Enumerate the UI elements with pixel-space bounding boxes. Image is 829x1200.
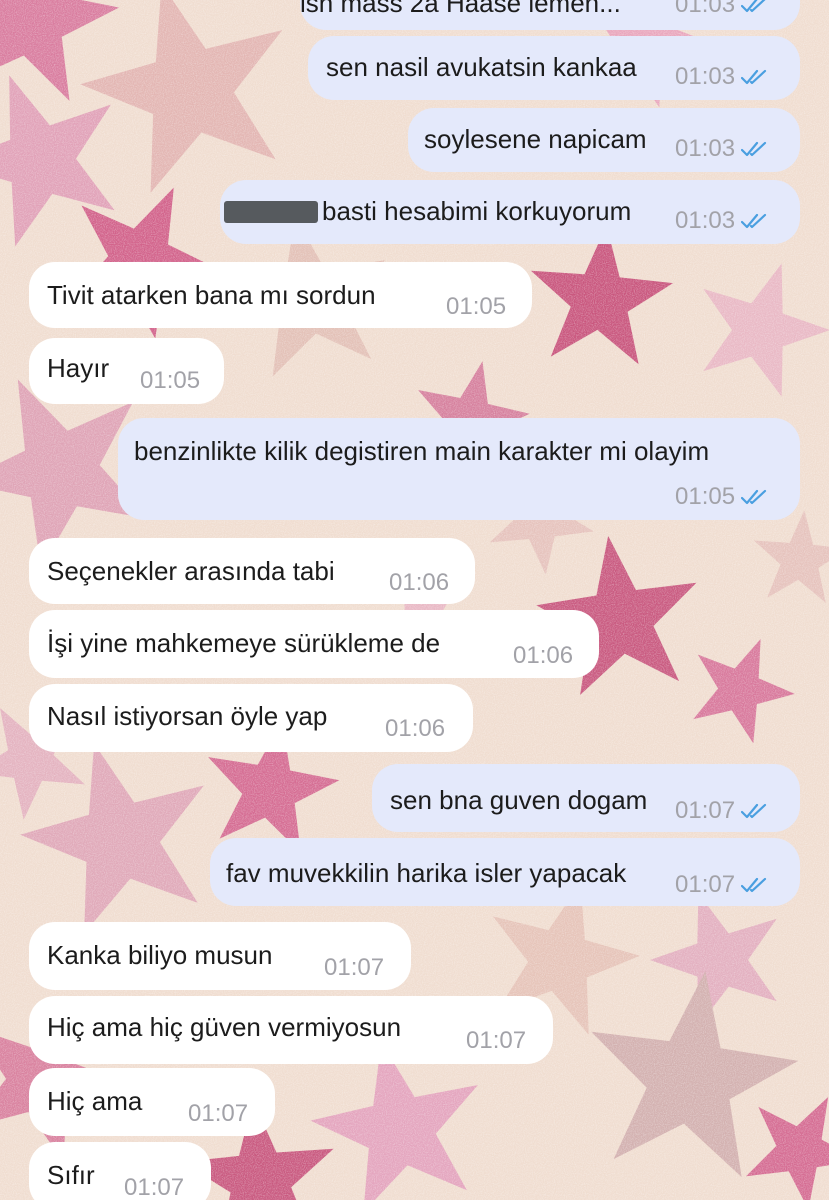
- read-receipt-icon: [741, 877, 767, 893]
- message-meta: 01:03: [675, 0, 771, 20]
- incoming-message-bubble[interactable]: Hiç ama 01:07: [29, 1068, 275, 1136]
- message-meta: 01:03: [675, 206, 771, 236]
- message-text: ish mass 2a Haase lemen...: [300, 0, 621, 18]
- message-timestamp: 01:07: [324, 954, 385, 981]
- message-text: sen nasil avukatsin kankaa: [326, 52, 637, 82]
- incoming-message-bubble[interactable]: Sıfır 01:07: [29, 1142, 211, 1200]
- message-text: Seçenekler arasında tabi: [47, 556, 335, 586]
- message-text: Kanka biliyo musun: [47, 940, 273, 970]
- message-meta: 01:06: [389, 568, 449, 598]
- message-timestamp: 01:05: [140, 367, 201, 394]
- incoming-message-bubble[interactable]: Tivit atarken bana mı sordun 01:05: [29, 262, 532, 328]
- message-timestamp: 01:03: [675, 0, 736, 18]
- outgoing-message-bubble[interactable]: benzinlikte kilik degistiren main karakt…: [118, 418, 800, 520]
- message-text: Hiç ama hiç güven vermiyosun: [47, 1012, 402, 1042]
- message-timestamp: 01:06: [389, 569, 450, 596]
- outgoing-message-bubble[interactable]: ish mass 2a Haase lemen... 01:03: [300, 0, 800, 30]
- message-meta: 01:05: [446, 292, 506, 322]
- incoming-message-bubble[interactable]: Seçenekler arasında tabi 01:06: [29, 538, 475, 604]
- message-text: soylesene napicam: [424, 124, 647, 154]
- message-timestamp: 01:06: [385, 715, 446, 742]
- message-meta: 01:05: [140, 366, 200, 396]
- message-meta: 01:07: [675, 796, 771, 826]
- message-timestamp: 01:07: [675, 797, 736, 824]
- message-text: Sıfır: [47, 1160, 95, 1190]
- read-receipt-icon: [741, 803, 767, 819]
- message-meta: 01:05: [675, 482, 771, 512]
- incoming-message-bubble[interactable]: İşi yine mahkemeye sürükleme de 01:06: [29, 610, 599, 678]
- incoming-message-bubble[interactable]: Hayır 01:05: [29, 338, 224, 404]
- read-receipt-icon: [741, 141, 767, 157]
- outgoing-message-bubble[interactable]: sen nasil avukatsin kankaa 01:03: [308, 36, 800, 100]
- incoming-message-bubble[interactable]: Kanka biliyo musun 01:07: [29, 922, 411, 990]
- message-timestamp: 01:07: [188, 1100, 249, 1127]
- message-text: benzinlikte kilik degistiren main karakt…: [134, 436, 710, 466]
- outgoing-message-bubble[interactable]: sen bna guven dogam 01:07: [372, 764, 800, 832]
- message-meta: 01:07: [124, 1173, 184, 1200]
- message-list[interactable]: ish mass 2a Haase lemen... 01:03 sen nasil…: [0, 0, 829, 1200]
- message-text: basti hesabimi korkuyorum: [322, 196, 632, 226]
- message-timestamp: 01:05: [675, 483, 736, 510]
- message-meta: 01:03: [675, 62, 771, 92]
- message-text: sen bna guven dogam: [390, 785, 648, 815]
- outgoing-message-bubble[interactable]: soylesene napicam 01:03: [408, 108, 800, 172]
- message-text: Nasıl istiyorsan öyle yap: [47, 701, 328, 731]
- read-receipt-icon: [741, 489, 767, 505]
- message-timestamp: 01:05: [446, 293, 507, 320]
- message-text: Hayır: [47, 353, 110, 383]
- message-timestamp: 01:03: [675, 63, 736, 90]
- message-meta: 01:07: [675, 870, 771, 900]
- read-receipt-icon: [741, 69, 767, 85]
- message-timestamp: 01:03: [675, 135, 736, 162]
- incoming-message-bubble[interactable]: Nasıl istiyorsan öyle yap 01:06: [29, 684, 473, 752]
- message-timestamp: 01:06: [513, 642, 574, 669]
- message-text: fav muvekkilin harika isler yapacak: [226, 858, 627, 888]
- message-meta: 01:06: [513, 641, 573, 671]
- message-meta: 01:07: [324, 953, 384, 983]
- message-timestamp: 01:07: [466, 1027, 527, 1054]
- outgoing-message-bubble[interactable]: basti hesabimi korkuyorum 01:03: [220, 180, 800, 244]
- message-meta: 01:06: [385, 714, 445, 744]
- message-timestamp: 01:07: [124, 1174, 185, 1200]
- message-text: Hiç ama: [47, 1086, 143, 1116]
- outgoing-message-bubble[interactable]: fav muvekkilin harika isler yapacak 01:07: [210, 838, 800, 906]
- message-meta: 01:07: [188, 1099, 248, 1129]
- message-text: İşi yine mahkemeye sürükleme de: [47, 628, 441, 658]
- redacted-name-block: [224, 201, 318, 223]
- message-timestamp: 01:03: [675, 207, 736, 234]
- incoming-message-bubble[interactable]: Hiç ama hiç güven vermiyosun 01:07: [29, 996, 553, 1064]
- message-meta: 01:07: [466, 1026, 526, 1056]
- read-receipt-icon: [741, 0, 766, 13]
- read-receipt-icon: [741, 213, 767, 229]
- message-timestamp: 01:07: [675, 871, 736, 898]
- message-meta: 01:03: [675, 134, 771, 164]
- message-text: Tivit atarken bana mı sordun: [47, 280, 376, 310]
